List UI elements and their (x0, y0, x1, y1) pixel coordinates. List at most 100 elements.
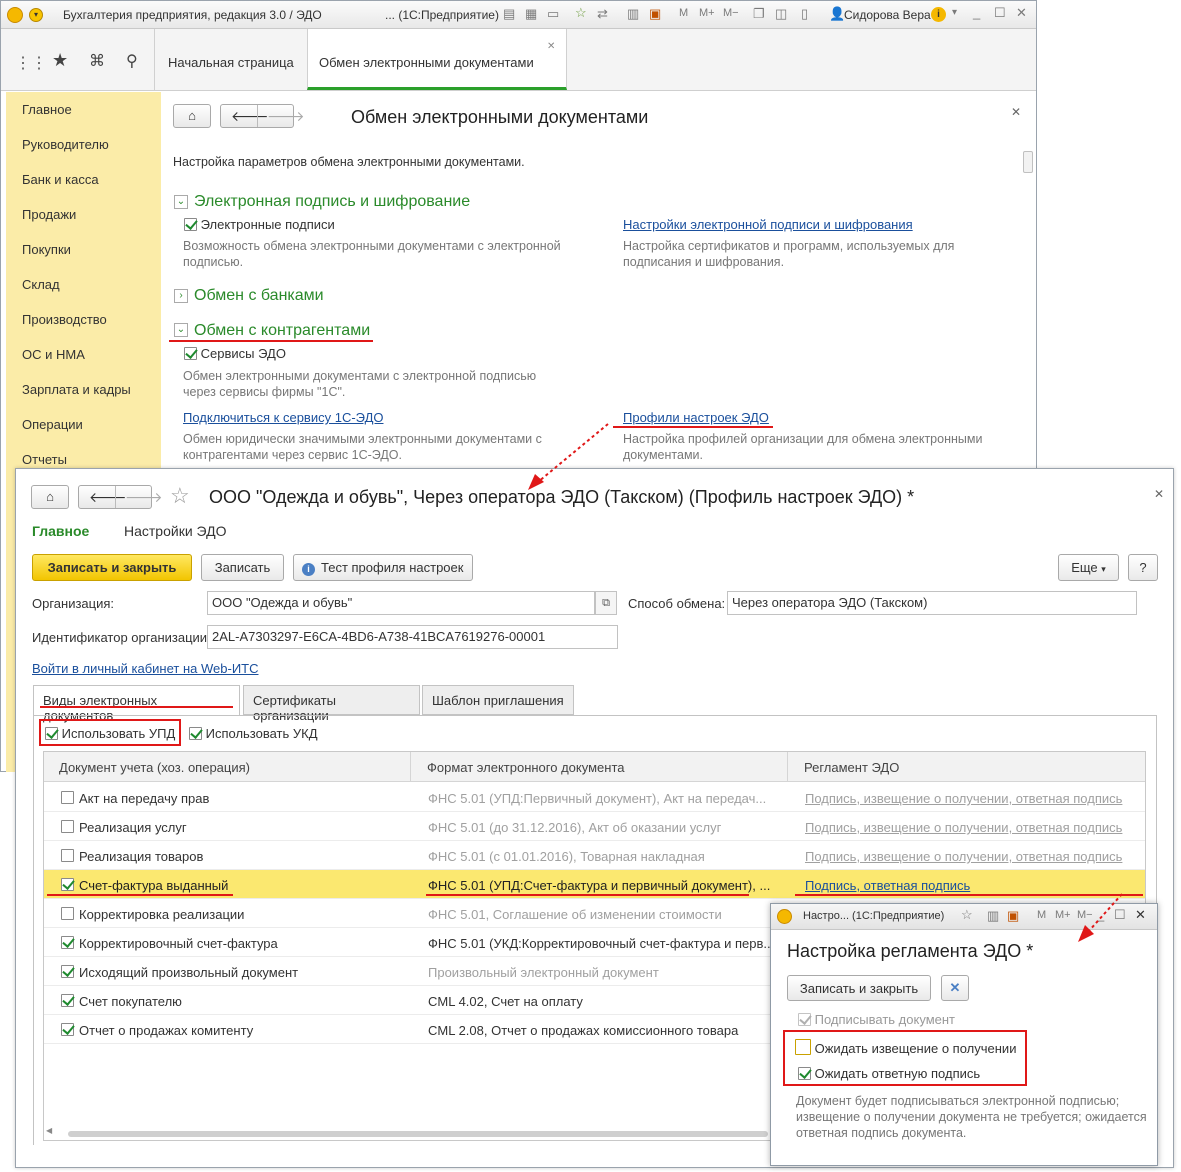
more-button[interactable]: Еще ▾ (1058, 554, 1119, 581)
calendar-icon[interactable]: ▣ (1007, 908, 1019, 924)
row-checkbox[interactable] (61, 849, 74, 862)
section-contractors[interactable]: Обмен с контрагентами (194, 322, 370, 340)
org-id-field[interactable]: 2AL-A7303297-E6CA-4BD6-A738-41BCA7619276… (207, 625, 618, 649)
signatures-checkbox[interactable] (184, 218, 197, 231)
sidebar-item-main[interactable]: Главное (22, 102, 72, 117)
row-format[interactable]: CML 4.02, Счет на оплату (428, 994, 783, 1009)
user-name[interactable]: Сидорова Вера (844, 8, 931, 22)
row-format[interactable]: ФНС 5.01 (УПД:Первичный документ), Акт н… (428, 791, 783, 806)
calculator-icon[interactable]: ▥ (987, 908, 999, 924)
row-reglament-link[interactable]: Подпись, извещение о получении, ответная… (805, 849, 1122, 864)
tab-home[interactable]: Начальная страница (168, 55, 294, 70)
row-reglament-link[interactable]: Подпись, извещение о получении, ответная… (805, 820, 1122, 835)
wait-notice-checkbox[interactable] (795, 1039, 811, 1055)
row-checkbox[interactable] (61, 1023, 74, 1036)
link-icon[interactable]: ⇄ (597, 6, 608, 22)
edo-services-row[interactable]: Сервисы ЭДО (184, 346, 286, 361)
memory-m-icon[interactable]: M (679, 7, 688, 19)
cancel-icon[interactable]: ✕ (941, 975, 969, 1001)
home-button[interactable]: ⌂ (31, 485, 69, 509)
profiles-link[interactable]: Профили настроек ЭДО (623, 410, 769, 425)
back-arrow-icon[interactable]: 🡐 (89, 489, 127, 506)
minimize-icon[interactable]: _ (973, 5, 980, 20)
form-close-icon[interactable]: ✕ (1011, 105, 1021, 119)
info-icon[interactable]: i (931, 7, 946, 22)
tab-invite-template[interactable]: Шаблон приглашения (422, 685, 574, 715)
row-checkbox[interactable] (61, 936, 74, 949)
row-checkbox[interactable] (61, 791, 74, 804)
row-checkbox[interactable] (61, 965, 74, 978)
forward-arrow-icon[interactable]: 🡒 (125, 489, 163, 506)
webits-link[interactable]: Войти в личный кабинет на Web-ИТС (32, 661, 259, 676)
sidebar-item-warehouse[interactable]: Склад (22, 277, 60, 292)
sidebar-item-salary[interactable]: Зарплата и кадры (22, 382, 131, 397)
collapse-contractors-icon[interactable]: ⌄ (174, 323, 188, 337)
tab-edo[interactable]: Обмен электронными документами ✕ (307, 29, 567, 90)
close-icon[interactable]: ✕ (1135, 907, 1146, 923)
connect-1c-edo-link[interactable]: Подключиться к сервису 1С-ЭДО (183, 410, 383, 425)
chevron-down-icon[interactable]: ▾ (952, 7, 957, 18)
memory-minus-icon[interactable]: M− (723, 7, 739, 19)
section-signature[interactable]: Электронная подпись и шифрование (194, 193, 470, 211)
table-row[interactable]: Реализация услуг ФНС 5.01 (до 31.12.2016… (44, 812, 1145, 841)
row-checkbox[interactable] (61, 820, 74, 833)
nav-main[interactable]: Главное (32, 523, 89, 539)
panel-icon[interactable]: ▯ (801, 6, 808, 22)
table-row[interactable]: Реализация товаров ФНС 5.01 (с 01.01.201… (44, 841, 1145, 870)
scroll-left-icon[interactable]: ◀ (46, 1126, 52, 1135)
save-icon[interactable]: ▤ (503, 6, 515, 22)
col-format[interactable]: Формат электронного документа (427, 760, 624, 775)
home-button[interactable]: ⌂ (173, 104, 211, 128)
row-reglament-link[interactable]: Подпись, ответная подпись (805, 878, 970, 893)
method-field[interactable]: Через оператора ЭДО (Такском) (727, 591, 1137, 615)
horizontal-scrollbar[interactable]: ◀ (46, 1126, 786, 1138)
help-button[interactable]: ? (1128, 554, 1158, 581)
back-arrow-icon[interactable]: 🡐 (231, 108, 269, 125)
memory-plus-icon[interactable]: M+ (699, 7, 715, 19)
calendar-icon[interactable]: ▣ (649, 6, 661, 22)
expand-banks-icon[interactable]: › (174, 289, 188, 303)
wait-notice-row[interactable]: Ожидать извещение о получении (795, 1039, 1016, 1056)
table-row[interactable]: Акт на передачу прав ФНС 5.01 (УПД:Перви… (44, 783, 1145, 812)
wait-reply-checkbox[interactable] (798, 1067, 811, 1080)
wait-reply-row[interactable]: Ожидать ответную подпись (798, 1066, 980, 1081)
sidebar-item-bank[interactable]: Банк и касса (22, 172, 99, 187)
section-banks[interactable]: Обмен с банками (194, 287, 324, 305)
favorites-star-icon[interactable]: ★ (52, 50, 68, 71)
use-ukd-row[interactable]: Использовать УКД (189, 726, 318, 741)
memory-m-icon[interactable]: M (1037, 909, 1046, 921)
close-icon[interactable]: ✕ (1016, 5, 1027, 21)
collapse-signature-icon[interactable]: ⌄ (174, 195, 188, 209)
sidebar-item-operations[interactable]: Операции (22, 417, 83, 432)
tab-document-types[interactable]: Виды электронных документов (33, 685, 240, 723)
row-format[interactable]: CML 2.08, Отчет о продажах комиссионного… (428, 1023, 783, 1038)
use-ukd-checkbox[interactable] (189, 727, 202, 740)
open-org-icon[interactable]: ⧉ (595, 591, 617, 615)
test-profile-button[interactable]: i Тест профиля настроек (293, 554, 473, 581)
nav-edo-settings[interactable]: Настройки ЭДО (124, 523, 227, 539)
tab-close-icon[interactable]: ✕ (547, 41, 555, 52)
row-checkbox[interactable] (61, 878, 74, 891)
sidebar-item-director[interactable]: Руководителю (22, 137, 109, 152)
row-format[interactable]: Произвольный электронный документ (428, 965, 783, 980)
row-format[interactable]: ФНС 5.01 (до 31.12.2016), Акт об оказани… (428, 820, 783, 835)
row-format[interactable]: ФНС 5.01, Соглашение об изменении стоимо… (428, 907, 783, 922)
col-doc[interactable]: Документ учета (хоз. операция) (59, 760, 250, 775)
favorite-icon[interactable]: ☆ (961, 907, 973, 923)
layout-icon[interactable]: ◫ (775, 6, 787, 22)
maximize-icon[interactable]: ☐ (994, 5, 1006, 21)
preview-icon[interactable]: ▭ (547, 6, 559, 22)
col-reglament[interactable]: Регламент ЭДО (804, 760, 899, 775)
favorite-star-icon[interactable]: ☆ (170, 483, 190, 509)
memory-plus-icon[interactable]: M+ (1055, 909, 1071, 921)
row-reglament-link[interactable]: Подпись, извещение о получении, ответная… (805, 791, 1122, 806)
signature-settings-link[interactable]: Настройки электронной подписи и шифрован… (623, 217, 913, 232)
sidebar-item-reports[interactable]: Отчеты (22, 452, 67, 467)
row-checkbox[interactable] (61, 994, 74, 1007)
save-close-button[interactable]: Записать и закрыть (787, 975, 931, 1001)
apps-grid-icon[interactable]: ⋮⋮ (15, 53, 47, 73)
search-icon[interactable]: ⚲ (126, 51, 138, 71)
print-icon[interactable]: ▦ (525, 6, 537, 22)
favorite-icon[interactable]: ☆ (575, 5, 587, 21)
form-close-icon[interactable]: ✕ (1154, 487, 1164, 501)
